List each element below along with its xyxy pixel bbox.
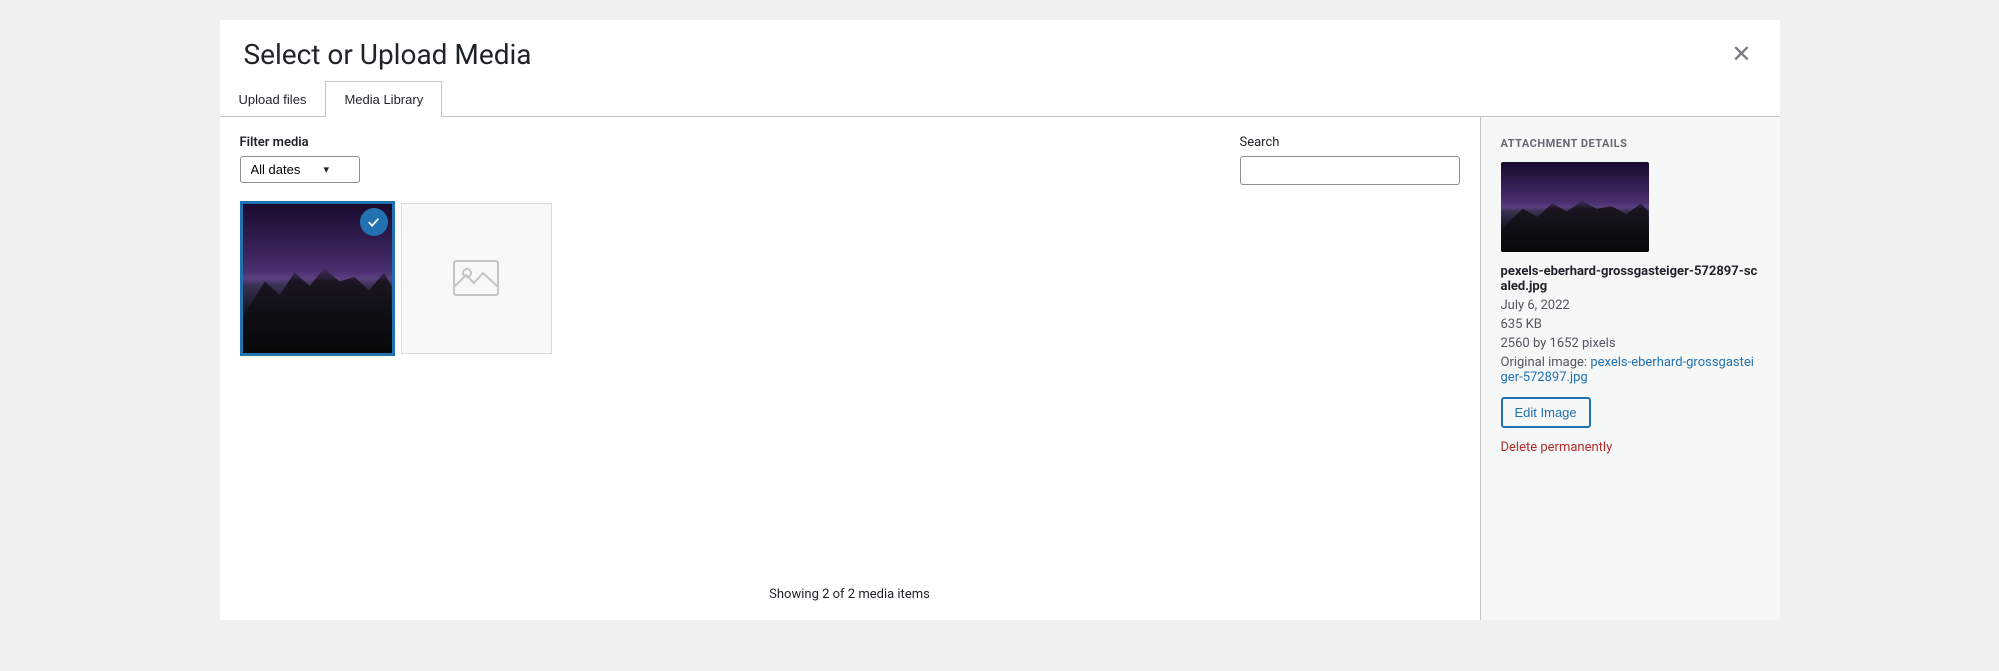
attachment-sidebar: ATTACHMENT DETAILS pexels-eberhard-gross… (1480, 117, 1780, 620)
media-area: Filter media All dates July 2022 June 20… (220, 117, 1480, 620)
delete-permanently-link[interactable]: Delete permanently (1501, 440, 1760, 455)
chevron-down-icon: ▾ (324, 163, 330, 176)
media-item[interactable] (399, 201, 554, 356)
attachment-filename: pexels-eberhard-grossgasteiger-572897-sc… (1501, 264, 1760, 294)
filter-section: Filter media All dates July 2022 June 20… (240, 135, 360, 183)
attachment-dimensions: 2560 by 1652 pixels (1501, 336, 1760, 351)
filter-row: Filter media All dates July 2022 June 20… (240, 135, 1460, 185)
media-modal: Select or Upload Media ✕ Upload files Me… (220, 20, 1780, 620)
close-button[interactable]: ✕ (1727, 39, 1755, 71)
media-grid: ✓ (240, 201, 1460, 567)
search-input[interactable] (1240, 156, 1460, 185)
sidebar-title: ATTACHMENT DETAILS (1501, 137, 1760, 150)
original-label-text: Original image: (1501, 355, 1588, 370)
search-section: Search (1240, 135, 1460, 185)
showing-status: Showing 2 of 2 media items (240, 587, 1460, 602)
tab-upload[interactable]: Upload files (220, 81, 326, 117)
placeholder-image (401, 203, 552, 354)
attachment-filesize: 635 KB (1501, 317, 1760, 332)
tab-media-library[interactable]: Media Library (325, 81, 442, 117)
attachment-date: July 6, 2022 (1501, 298, 1760, 313)
selected-check-badge: ✓ (360, 208, 388, 236)
attachment-info: pexels-eberhard-grossgasteiger-572897-sc… (1501, 264, 1760, 385)
search-label: Search (1240, 135, 1280, 150)
date-filter-dropdown[interactable]: All dates July 2022 June 2022 (251, 162, 316, 177)
attachment-thumbnail (1501, 162, 1649, 252)
modal-header: Select or Upload Media ✕ (220, 20, 1780, 71)
modal-title: Select or Upload Media (244, 38, 532, 71)
tabs-bar: Upload files Media Library (220, 81, 1780, 117)
media-item[interactable]: ✓ (240, 201, 395, 356)
attachment-original-label: Original image: pexels-eberhard-grossgas… (1501, 355, 1760, 385)
date-filter-select[interactable]: All dates July 2022 June 2022 ▾ (240, 156, 360, 183)
image-placeholder-icon (450, 253, 502, 305)
modal-body: Filter media All dates July 2022 June 20… (220, 117, 1780, 620)
edit-image-button[interactable]: Edit Image (1501, 397, 1591, 428)
filter-label: Filter media (240, 135, 360, 150)
attachment-preview-image (1501, 162, 1649, 252)
